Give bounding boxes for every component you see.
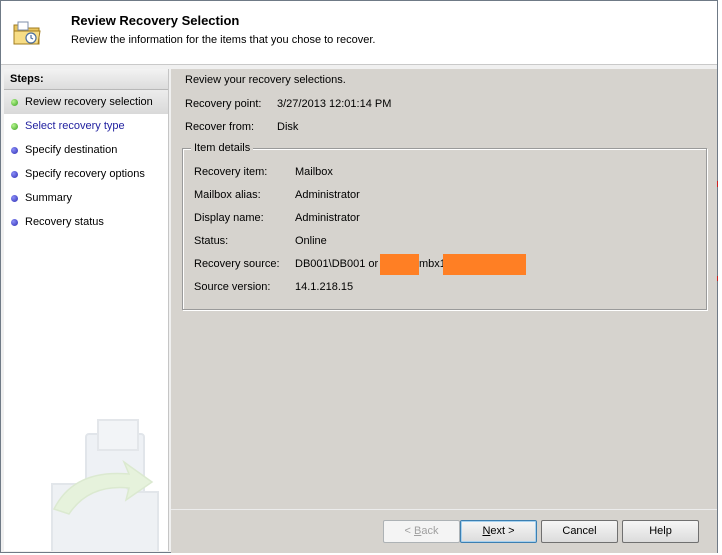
step-pending-dot-icon	[11, 195, 18, 202]
recovery-item-value: Mailbox	[295, 166, 333, 178]
step-recovery-status: Recovery status	[4, 210, 168, 234]
step-pending-dot-icon	[11, 171, 18, 178]
wizard-footer: < Back Next > Cancel Help	[171, 509, 717, 553]
status-value: Online	[295, 235, 327, 247]
next-button-rest: ext >	[490, 525, 515, 537]
review-content: Review your recovery selections. Recover…	[171, 69, 717, 509]
mailbox-alias-value: Administrator	[295, 189, 360, 201]
step-specify-destination: Specify destination	[4, 138, 168, 162]
recovery-source-value-mid: mbx1	[419, 258, 446, 270]
next-button[interactable]: Next >	[460, 520, 537, 543]
steps-heading: Steps:	[4, 69, 168, 90]
step-pending-dot-icon	[11, 219, 18, 226]
cancel-button[interactable]: Cancel	[541, 520, 618, 543]
step-specify-recovery-options: Specify recovery options	[4, 162, 168, 186]
redaction-block	[380, 254, 419, 275]
wizard-header: Review Recovery Selection Review the inf…	[1, 1, 717, 65]
back-button[interactable]: < Back	[383, 520, 460, 543]
step-label[interactable]: Select recovery type	[25, 120, 125, 132]
step-label: Review recovery selection	[25, 96, 153, 108]
step-label: Specify destination	[25, 144, 118, 156]
recovery-source-label: Recovery source:	[194, 258, 280, 270]
item-details-legend: Item details	[191, 142, 254, 154]
step-label: Summary	[25, 192, 73, 204]
mailbox-alias-label: Mailbox alias:	[194, 189, 261, 201]
back-button-rest: ack	[421, 525, 439, 537]
recovery-item-label: Recovery item:	[194, 166, 268, 178]
recovery-point-value: 3/27/2013 12:01:14 PM	[277, 98, 392, 110]
steps-panel: Steps: Review recovery selection Select …	[4, 69, 169, 551]
step-label: Recovery status	[25, 216, 104, 228]
recovery-point-label: Recovery point:	[185, 98, 262, 110]
display-name-label: Display name:	[194, 212, 264, 224]
source-version-label: Source version:	[194, 281, 271, 293]
item-details-group: Item details Recovery item: Mailbox Mail…	[182, 142, 707, 310]
folder-recovery-icon	[13, 21, 41, 45]
step-label: Specify recovery options	[25, 168, 145, 180]
status-label: Status:	[194, 235, 229, 247]
step-summary: Summary	[4, 186, 168, 210]
step-review-recovery-selection: Review recovery selection	[4, 90, 168, 114]
redaction-block	[443, 254, 526, 275]
wizard-window: Review Recovery Selection Review the inf…	[0, 0, 719, 553]
step-complete-dot-icon	[11, 123, 18, 130]
intro-text: Review your recovery selections.	[185, 74, 346, 86]
recover-from-label: Recover from:	[185, 121, 255, 133]
step-select-recovery-type[interactable]: Select recovery type	[4, 114, 168, 138]
help-button[interactable]: Help	[622, 520, 699, 543]
step-complete-dot-icon	[11, 99, 18, 106]
background-strip	[718, 0, 722, 555]
recovery-watermark-icon	[51, 419, 159, 551]
display-name-value: Administrator	[295, 212, 360, 224]
recover-from-value: Disk	[277, 121, 299, 133]
back-button-prefix: <	[404, 525, 414, 537]
step-pending-dot-icon	[11, 147, 18, 154]
source-version-value: 14.1.218.15	[295, 281, 354, 293]
page-subtitle: Review the information for the items tha…	[71, 34, 376, 46]
page-title: Review Recovery Selection	[71, 13, 240, 28]
recovery-source-value-prefix: DB001\DB001 or	[295, 258, 379, 270]
